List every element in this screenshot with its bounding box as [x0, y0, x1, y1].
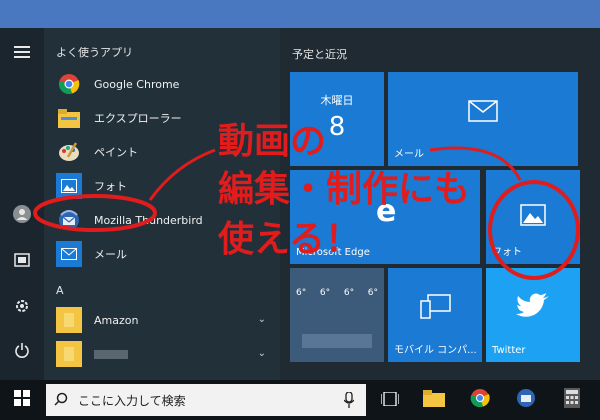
- annotation-line-1: 動画の: [218, 121, 327, 162]
- annotation-line-3: 使える！: [218, 219, 361, 260]
- annotation-circle-photos-tile: [488, 180, 580, 280]
- microphone-icon[interactable]: [343, 391, 355, 412]
- chrome-icon: [470, 388, 490, 412]
- taskbar-chrome[interactable]: [466, 386, 494, 414]
- search-box[interactable]: ここに入力して検索: [46, 384, 366, 416]
- task-view-button[interactable]: [376, 386, 404, 414]
- windows-logo-icon: [14, 390, 30, 410]
- taskbar-calculator[interactable]: [558, 386, 586, 414]
- taskbar-thunderbird[interactable]: [512, 386, 540, 414]
- task-view-icon: [380, 390, 400, 410]
- annotation-circle-photos-app: [33, 194, 157, 232]
- taskbar: ここに入力して検索: [0, 380, 600, 420]
- search-icon: [54, 391, 68, 410]
- taskbar-file-explorer[interactable]: [420, 386, 448, 414]
- annotation-line-2: 編集・制作にも: [218, 169, 471, 210]
- file-explorer-icon: [423, 389, 445, 411]
- calculator-icon: [564, 388, 580, 412]
- search-placeholder: ここに入力して検索: [78, 393, 186, 408]
- thunderbird-icon: [516, 388, 536, 412]
- annotation-arrow-left: [148, 148, 216, 201]
- start-button[interactable]: [8, 386, 36, 414]
